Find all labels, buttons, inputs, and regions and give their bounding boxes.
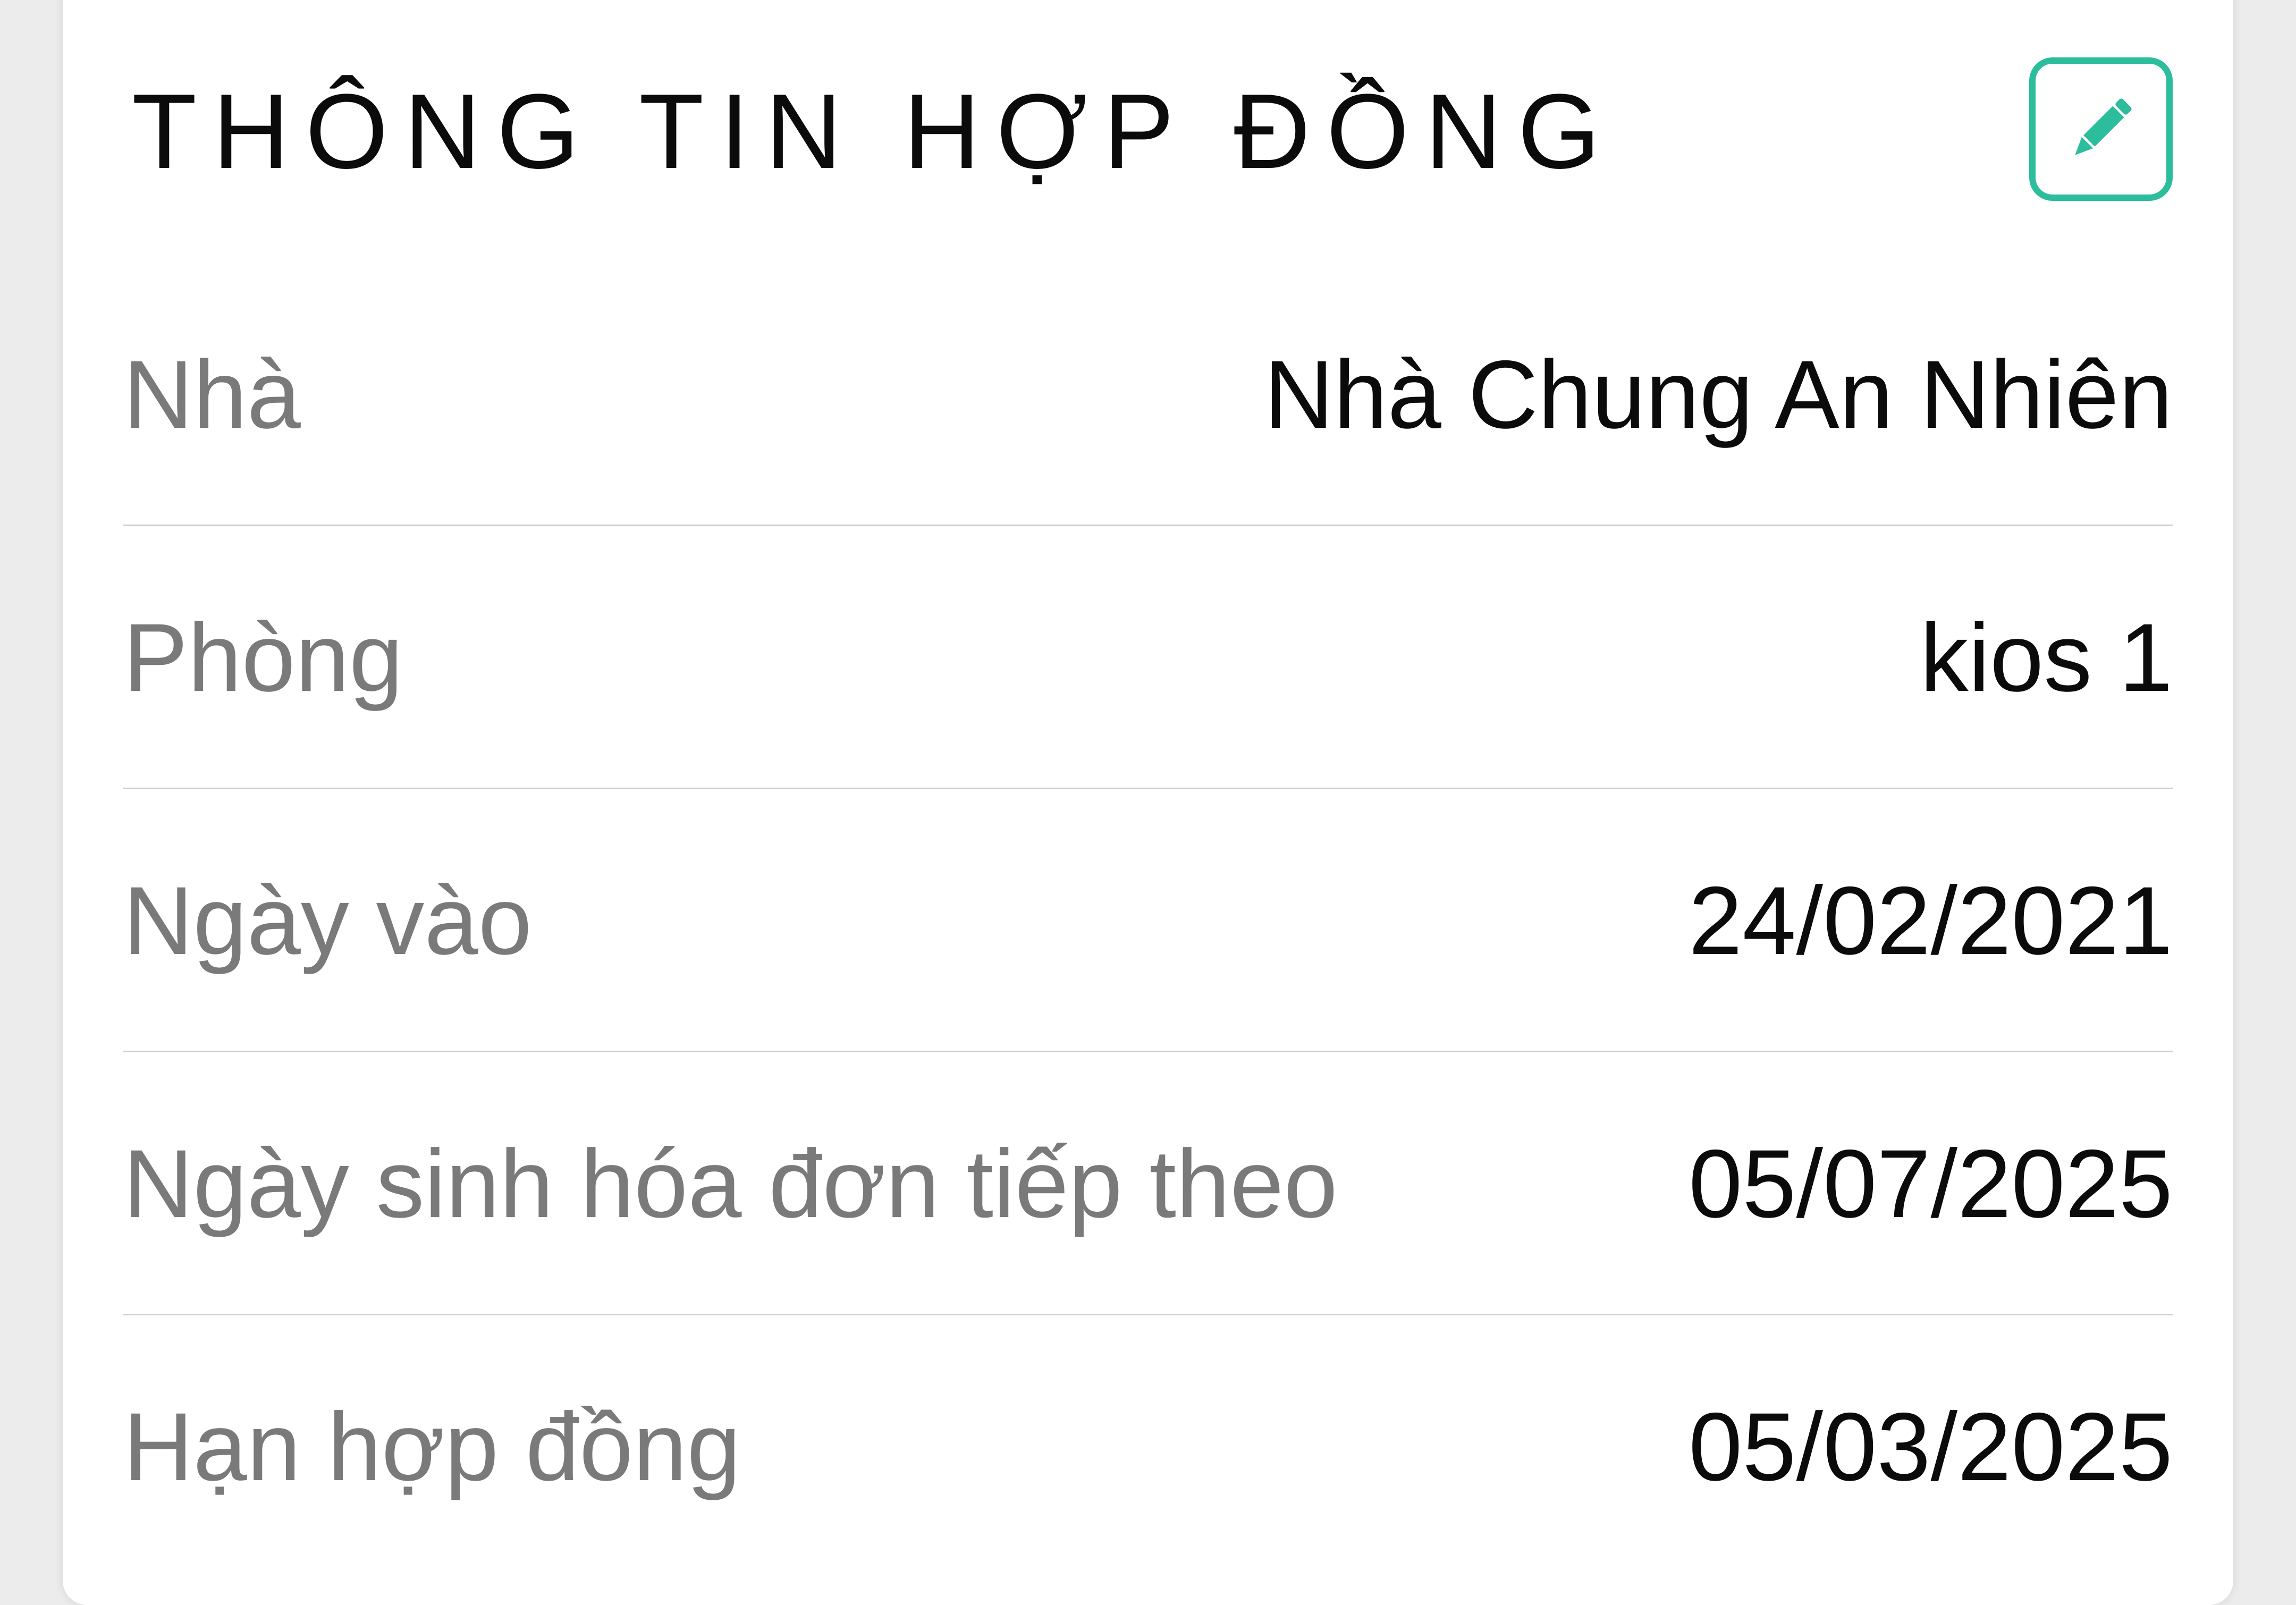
next-invoice-date-value: 05/07/2025 xyxy=(1689,1129,2173,1238)
row-house: Nhà Nhà Chung An Nhiên xyxy=(123,263,2173,526)
move-in-date-label: Ngày vào xyxy=(123,866,532,975)
house-label: Nhà xyxy=(123,340,301,449)
card-title: THÔNG TIN HỢP ĐỒNG xyxy=(132,72,1617,191)
row-next-invoice-date: Ngày sinh hóa đơn tiếp theo 05/07/2025 xyxy=(123,1052,2173,1315)
room-label: Phòng xyxy=(123,603,403,712)
room-value: kios 1 xyxy=(1920,603,2173,712)
contract-details-list: Nhà Nhà Chung An Nhiên Phòng kios 1 Ngày… xyxy=(123,263,2173,1578)
row-move-in-date: Ngày vào 24/02/2021 xyxy=(123,789,2173,1052)
row-contract-expiry: Hạn hợp đồng 05/03/2025 xyxy=(123,1315,2173,1578)
card-header: THÔNG TIN HỢP ĐỒNG xyxy=(132,57,2173,206)
pencil-icon xyxy=(2075,98,2132,155)
edit-contract-button[interactable] xyxy=(2029,57,2173,201)
move-in-date-value: 24/02/2021 xyxy=(1689,866,2173,975)
row-room: Phòng kios 1 xyxy=(123,526,2173,789)
next-invoice-date-label: Ngày sinh hóa đơn tiếp theo xyxy=(123,1129,1338,1238)
contract-expiry-value: 05/03/2025 xyxy=(1689,1392,2173,1501)
contract-expiry-label: Hạn hợp đồng xyxy=(123,1392,741,1501)
house-value: Nhà Chung An Nhiên xyxy=(1264,340,2173,449)
